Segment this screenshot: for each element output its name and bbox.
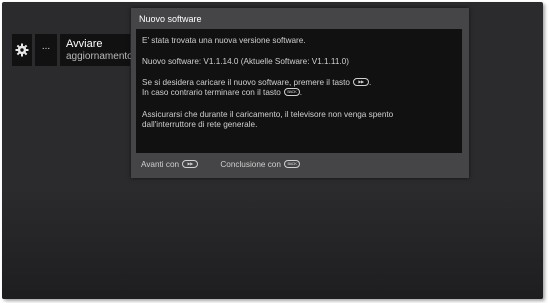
dialog-body: E' stata trovata una nuova versione soft… [136,29,462,153]
dialog-title: Nuovo software [139,14,202,24]
play-key-icon: ▶▶ [352,77,369,86]
forward-hint-label: Avanti con [141,160,180,169]
load-instruction-text: Se si desidera caricare il nuovo softwar… [142,78,350,87]
load-instruction-end: . [368,78,372,87]
settings-tile[interactable] [12,34,32,66]
cancel-instruction-line: In caso contrario terminare con il tasto… [142,87,303,97]
back-key-icon: BACK [283,159,300,168]
gear-icon [15,43,29,57]
warning-line-2: dall'interruttore di rete generale. [142,120,258,129]
cancel-instruction-text: In caso contrario terminare con il tasto [142,88,281,97]
dialog-footer: Avanti con ▶▶ Conclusione con BACK [141,159,320,169]
version-line: Nuovo software: V1.1.14.0 (Aktuelle Soft… [142,57,349,66]
new-software-dialog: Nuovo software E' stata trovata una nuov… [131,8,469,178]
end-hint[interactable]: Conclusione con BACK [220,159,300,169]
back-key-icon: BACK [283,87,300,96]
message-found: E' stata trovata una nuova versione soft… [142,36,306,45]
forward-hint[interactable]: Avanti con ▶▶ [141,159,199,169]
start-update-label: Avviare [66,38,103,50]
tv-screen: ... Avviare aggiornamento Nuovo software… [2,2,543,299]
end-hint-label: Conclusione con [220,160,281,169]
start-update-tile[interactable]: Avviare aggiornamento [60,34,133,66]
start-update-sublabel: aggiornamento [66,51,133,62]
cancel-instruction-end: . [299,88,303,97]
more-label: ... [41,41,51,52]
load-instruction-line: Se si desidera caricare il nuovo softwar… [142,77,372,87]
warning-line-1: Assicurarsi che durante il caricamento, … [142,110,394,119]
more-tile[interactable]: ... [35,34,57,66]
play-key-icon: ▶▶ [182,159,199,168]
screen-gradient [2,189,543,299]
